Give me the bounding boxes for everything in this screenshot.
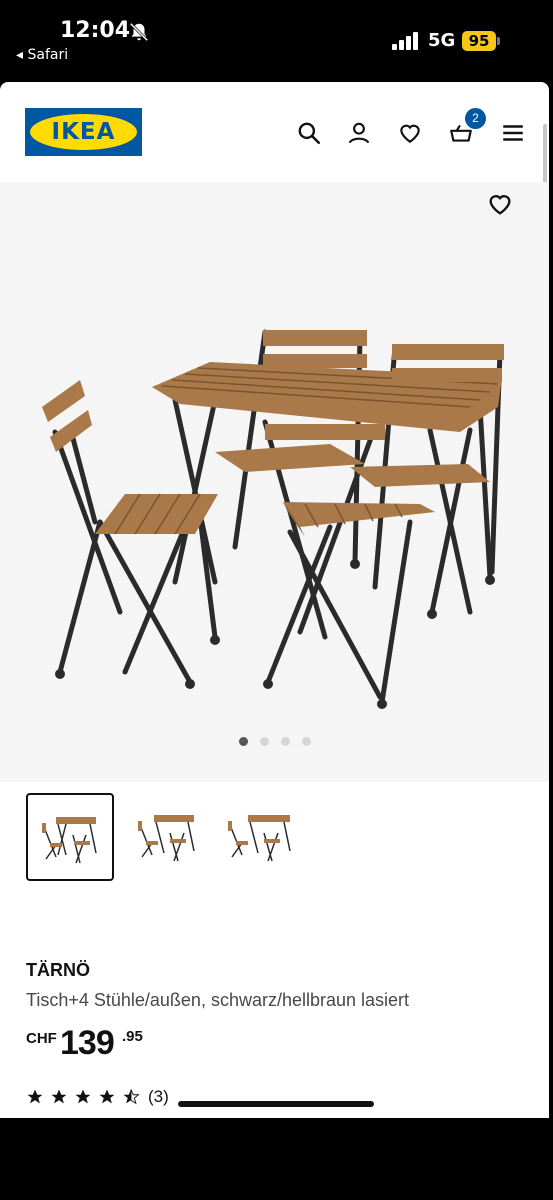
carousel-dot[interactable] xyxy=(239,737,248,746)
home-indicator[interactable] xyxy=(178,1101,374,1107)
cart-count-badge: 2 xyxy=(465,108,486,129)
price-currency: CHF xyxy=(26,1030,57,1047)
carousel-dot[interactable] xyxy=(281,737,290,746)
battery-icon: 95 xyxy=(462,31,496,51)
menu-icon[interactable] xyxy=(500,120,526,146)
product-thumbnail[interactable] xyxy=(26,793,114,881)
battery-tip xyxy=(497,37,500,45)
carousel-dot[interactable] xyxy=(302,737,311,746)
star-full-icon xyxy=(99,1089,115,1104)
carousel-dot[interactable] xyxy=(260,737,269,746)
search-icon[interactable] xyxy=(296,120,322,146)
product-main-image[interactable] xyxy=(0,182,549,782)
product-name: TÄRNÖ xyxy=(26,960,90,980)
page: IKEA 2 TÄRNÖ Tisch+4 Stühle/außen, schwa… xyxy=(0,82,549,1118)
star-full-icon xyxy=(75,1089,91,1104)
table-and-chairs-image xyxy=(42,329,504,709)
profile-icon[interactable] xyxy=(346,120,372,146)
network-type: 5G xyxy=(428,30,456,51)
wishlist-icon[interactable] xyxy=(397,120,423,146)
price-decimal: .95 xyxy=(122,1028,143,1045)
status-time: 12:04 xyxy=(60,18,131,43)
status-bar: 12:04 ◂ Safari 5G 95 xyxy=(0,0,553,80)
product-description: Tisch+4 Stühle/außen, schwarz/hellbraun … xyxy=(26,990,410,1010)
site-header: IKEA 2 xyxy=(0,82,549,182)
star-full-icon xyxy=(27,1089,43,1104)
silent-bell-icon xyxy=(129,22,149,42)
product-thumbnail[interactable] xyxy=(132,793,220,881)
star-half-icon xyxy=(123,1089,140,1105)
product-thumbnail[interactable] xyxy=(224,793,312,881)
add-to-wishlist-icon[interactable] xyxy=(486,190,514,218)
back-to-safari-link[interactable]: ◂ Safari xyxy=(16,47,68,63)
rating-count[interactable]: (3) xyxy=(148,1087,169,1107)
ikea-logo[interactable]: IKEA xyxy=(25,108,142,156)
star-full-icon xyxy=(51,1089,67,1104)
price-integer: 139 xyxy=(60,1024,115,1062)
signal-icon xyxy=(392,32,422,50)
